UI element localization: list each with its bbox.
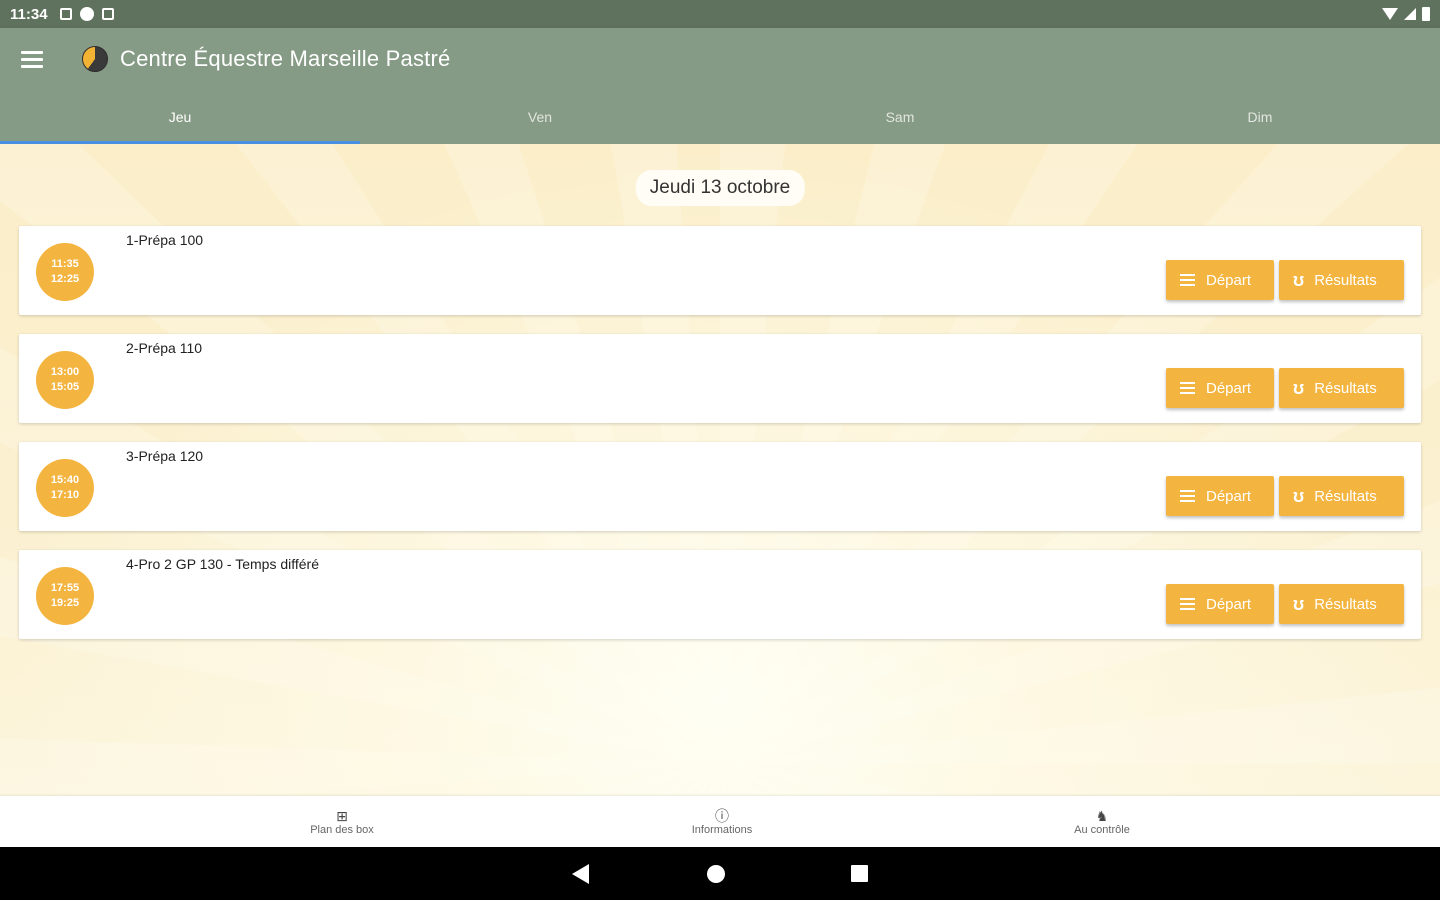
horse-icon: ♞ (1095, 807, 1109, 824)
results-label: Résultats (1314, 487, 1377, 505)
start-time: 11:35 (51, 258, 79, 270)
info-icon: ⓘ (715, 807, 729, 824)
event-list: 11:35 12:25 1-Prépa 100 Départ ʊ Résulta… (19, 226, 1421, 658)
battery-icon (1422, 7, 1430, 21)
event-card[interactable]: 17:55 19:25 4-Pro 2 GP 130 - Temps diffé… (19, 550, 1421, 639)
tab-label: Dim (1247, 109, 1273, 125)
medal-icon: ʊ (1293, 485, 1305, 506)
recent-apps-icon[interactable] (851, 865, 868, 882)
event-actions: Départ ʊ Résultats (1166, 584, 1404, 624)
wifi-icon (1382, 8, 1398, 20)
signal-icon (1404, 8, 1416, 20)
home-icon[interactable] (707, 864, 725, 883)
tab-ven[interactable]: Ven (360, 90, 720, 144)
event-card[interactable]: 13:00 15:05 2-Prépa 110 Départ ʊ Résulta… (19, 334, 1421, 423)
tab-dim[interactable]: Dim (1080, 90, 1440, 144)
app-title: Centre Équestre Marseille Pastré (120, 46, 451, 71)
tab-label: Ven (527, 109, 553, 125)
depart-button[interactable]: Départ (1166, 368, 1274, 408)
notification-icon (79, 7, 94, 21)
depart-label: Départ (1206, 487, 1252, 505)
results-label: Résultats (1314, 379, 1377, 397)
start-time: 17:55 (50, 582, 80, 594)
tab-jeu[interactable]: Jeu (0, 90, 360, 144)
date-header: Jeudi 13 octobre (635, 170, 805, 206)
depart-button[interactable]: Départ (1166, 476, 1274, 516)
end-time: 19:25 (50, 597, 80, 609)
notification-icon (59, 8, 72, 20)
event-card[interactable]: 11:35 12:25 1-Prépa 100 Départ ʊ Résulta… (19, 226, 1421, 315)
nav-label: Informations (691, 823, 753, 836)
event-card[interactable]: 15:40 17:10 3-Prépa 120 Départ ʊ Résulta… (19, 442, 1421, 531)
bottom-navigation: ⊞ Plan des box ⓘ Informations ♞ Au contr… (0, 796, 1440, 847)
depart-button[interactable]: Départ (1166, 260, 1274, 300)
list-icon (1180, 598, 1195, 610)
start-time: 13:00 (50, 366, 80, 378)
depart-button[interactable]: Départ (1166, 584, 1274, 624)
sd-card-icon (101, 8, 114, 20)
list-icon (1180, 274, 1195, 286)
event-title: 4-Pro 2 GP 130 - Temps différé (126, 556, 319, 572)
results-button[interactable]: ʊ Résultats (1279, 584, 1404, 624)
results-label: Résultats (1314, 595, 1377, 613)
depart-label: Départ (1206, 379, 1252, 397)
event-actions: Départ ʊ Résultats (1166, 368, 1404, 408)
club-logo (82, 46, 108, 72)
results-button[interactable]: ʊ Résultats (1279, 368, 1404, 408)
medal-icon: ʊ (1293, 269, 1305, 290)
time-badge: 17:55 19:25 (36, 567, 94, 625)
time-badge: 11:35 12:25 (36, 243, 94, 301)
day-tabs: Jeu Ven Sam Dim (0, 90, 1440, 144)
medal-icon: ʊ (1293, 593, 1305, 614)
tab-label: Jeu (168, 109, 192, 125)
nav-informations[interactable]: ⓘ Informations (532, 796, 912, 847)
time-badge: 15:40 17:10 (36, 459, 94, 517)
tab-sam[interactable]: Sam (720, 90, 1080, 144)
event-title: 1-Prépa 100 (126, 232, 204, 248)
results-button[interactable]: ʊ Résultats (1279, 476, 1404, 516)
end-time: 17:10 (50, 489, 80, 501)
list-icon (1180, 490, 1195, 502)
event-title: 2-Prépa 110 (126, 340, 203, 356)
system-navigation-bar (0, 847, 1440, 900)
back-icon[interactable] (572, 863, 589, 884)
system-status-icons (1382, 7, 1430, 21)
event-actions: Départ ʊ Résultats (1166, 476, 1404, 516)
event-actions: Départ ʊ Résultats (1166, 260, 1404, 300)
list-icon (1180, 382, 1195, 394)
hamburger-menu-icon[interactable] (21, 50, 43, 68)
depart-label: Départ (1206, 271, 1252, 289)
event-title: 3-Prépa 120 (126, 448, 204, 464)
time-badge: 13:00 15:05 (36, 351, 94, 409)
nav-label: Plan des box (310, 823, 374, 836)
app-bar: Centre Équestre Marseille Pastré Jeu Ven… (0, 28, 1440, 144)
status-time: 11:34 (10, 5, 48, 23)
tab-label: Sam (885, 109, 915, 125)
schedule-content[interactable]: Jeudi 13 octobre 11:35 12:25 1-Prépa 100… (0, 144, 1440, 796)
status-bar: 11:34 (0, 0, 1440, 28)
start-time: 15:40 (50, 474, 80, 486)
nav-au-controle[interactable]: ♞ Au contrôle (912, 796, 1292, 847)
results-label: Résultats (1314, 271, 1377, 289)
nav-plan-des-box[interactable]: ⊞ Plan des box (152, 796, 532, 847)
end-time: 15:05 (50, 381, 80, 393)
grid-icon: ⊞ (336, 807, 348, 824)
end-time: 12:25 (50, 273, 80, 285)
nav-label: Au contrôle (1074, 823, 1130, 836)
notification-icons (59, 7, 114, 21)
medal-icon: ʊ (1293, 377, 1305, 398)
results-button[interactable]: ʊ Résultats (1279, 260, 1404, 300)
depart-label: Départ (1206, 595, 1252, 613)
